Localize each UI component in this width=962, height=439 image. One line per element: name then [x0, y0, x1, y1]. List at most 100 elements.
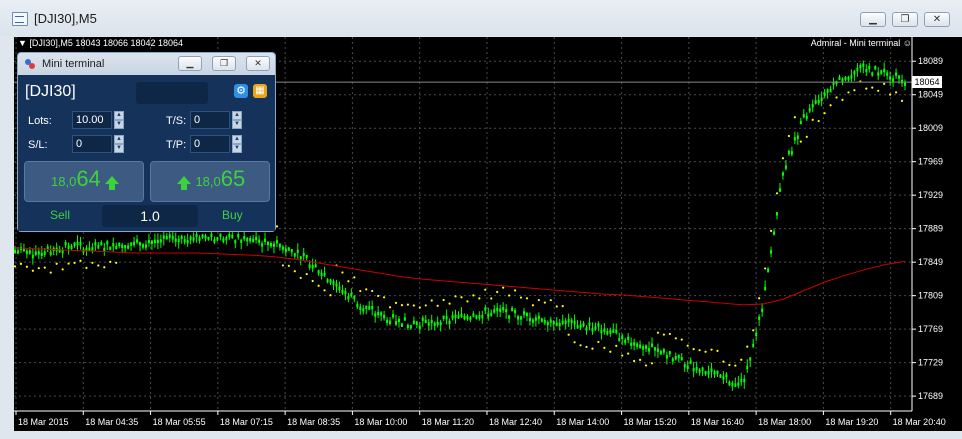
tp-field[interactable]: 0: [190, 135, 230, 153]
candle-body: [329, 279, 332, 283]
candle-body: [448, 320, 451, 325]
candle-body: [531, 319, 534, 323]
candle-body: [481, 314, 484, 319]
candle-body: [898, 75, 901, 79]
up-arrow-icon[interactable]: ▲: [114, 111, 124, 120]
mt-minimize-button[interactable]: ▁: [178, 56, 202, 71]
candle-body: [537, 315, 540, 320]
candle-body: [368, 306, 371, 310]
candle-body: [28, 250, 31, 254]
lots-field[interactable]: 10.00: [72, 111, 112, 129]
volume-field[interactable]: 1.0: [102, 205, 198, 227]
candle-body: [764, 286, 767, 291]
restore-button[interactable]: ❐: [892, 12, 918, 27]
buy-button[interactable]: 18,065: [150, 161, 270, 202]
sar-dot: [79, 259, 82, 262]
candle-body: [386, 319, 389, 324]
sar-dot: [484, 288, 487, 291]
sar-dot: [442, 298, 445, 302]
sar-dot: [347, 280, 350, 283]
sl-field[interactable]: 0: [72, 135, 112, 153]
sar-dot: [877, 89, 880, 92]
candle-body: [278, 244, 281, 248]
candle-body: [67, 245, 70, 249]
buy-label[interactable]: Buy: [222, 208, 243, 222]
sar-dot: [353, 276, 356, 279]
sar-dot: [49, 271, 52, 274]
sar-dot: [644, 364, 648, 367]
candle-body: [109, 246, 112, 251]
sar-dot: [775, 192, 779, 195]
candle-body: [153, 239, 156, 244]
sar-dot: [627, 352, 630, 355]
candle-body: [615, 329, 618, 334]
candle-body: [817, 99, 820, 104]
restore-icon: ❐: [900, 14, 910, 25]
down-arrow-icon[interactable]: ▼: [114, 144, 124, 153]
candle-body: [734, 383, 737, 387]
up-arrow-icon[interactable]: ▲: [232, 135, 242, 144]
expert-label: Admiral - Mini terminal ☺: [811, 38, 912, 48]
sar-dot: [478, 297, 481, 300]
sar-dot: [287, 264, 290, 267]
window-titlebar[interactable]: [DJI30],M5 ▁ ❐ ✕: [0, 0, 962, 36]
candle-body: [564, 320, 567, 324]
grid-icon[interactable]: ▦: [253, 84, 267, 98]
candle-body: [189, 236, 192, 240]
symbol-selector[interactable]: [136, 82, 208, 104]
expert-name: Admiral - Mini terminal: [810, 38, 901, 48]
ts-stepper[interactable]: ▲ ▼: [232, 111, 242, 129]
candle-body: [141, 244, 144, 248]
minimize-button[interactable]: ▁: [860, 12, 886, 27]
sl-stepper[interactable]: ▲ ▼: [114, 135, 124, 153]
candle-body: [168, 234, 171, 238]
sar-dot: [448, 302, 451, 305]
candle-body: [207, 236, 210, 241]
sar-dot: [55, 262, 58, 265]
candle-body: [264, 238, 267, 242]
close-button[interactable]: ✕: [924, 12, 950, 27]
down-arrow-icon[interactable]: ▼: [232, 120, 242, 129]
mt-close-button[interactable]: ✕: [246, 56, 270, 71]
candle-body: [269, 243, 272, 247]
price-tick-label: 17929: [918, 190, 943, 200]
down-arrow-icon[interactable]: ▼: [232, 144, 242, 153]
candle-body: [454, 314, 457, 319]
candle-body: [522, 311, 525, 315]
candle-body: [802, 114, 805, 118]
mini-terminal-panel[interactable]: Mini terminal ▁ ❐ ✕ [DJI30] ⚙ ▦ Lots: 10…: [17, 52, 276, 232]
lots-stepper[interactable]: ▲ ▼: [114, 111, 124, 129]
candle-body: [642, 346, 645, 350]
sell-button[interactable]: 18,064: [24, 161, 144, 202]
sar-dot: [19, 262, 23, 266]
sar-dot: [811, 118, 814, 121]
candle-body: [784, 165, 787, 169]
chart-menu-icon[interactable]: ▼: [18, 38, 29, 48]
sar-dot: [764, 267, 767, 270]
sar-dot: [740, 358, 743, 361]
sar-dot: [638, 358, 642, 361]
sar-dot: [585, 345, 588, 349]
candle-body: [350, 292, 353, 297]
candle-body: [290, 248, 293, 253]
candle-body: [502, 306, 505, 311]
up-arrow-icon[interactable]: ▲: [232, 111, 242, 120]
sar-dot: [14, 265, 17, 268]
candle-body: [49, 251, 52, 255]
ts-field[interactable]: 0: [190, 111, 230, 129]
candle-body: [752, 343, 755, 348]
down-arrow-icon[interactable]: ▼: [114, 120, 124, 129]
candle-body: [853, 71, 856, 75]
sar-dot: [424, 304, 427, 307]
time-tick-label: 18 Mar 18:00: [758, 417, 811, 427]
sar-dot: [722, 360, 725, 363]
sell-label[interactable]: Sell: [50, 208, 70, 222]
candle-body: [338, 286, 341, 290]
up-arrow-icon[interactable]: ▲: [114, 135, 124, 144]
tp-stepper[interactable]: ▲ ▼: [232, 135, 242, 153]
mt-restore-button[interactable]: ❐: [212, 56, 236, 71]
mini-terminal-titlebar[interactable]: Mini terminal ▁ ❐ ✕: [18, 53, 275, 75]
candle-body: [237, 234, 240, 238]
gear-icon[interactable]: ⚙: [234, 84, 248, 98]
candle-body: [124, 244, 127, 249]
